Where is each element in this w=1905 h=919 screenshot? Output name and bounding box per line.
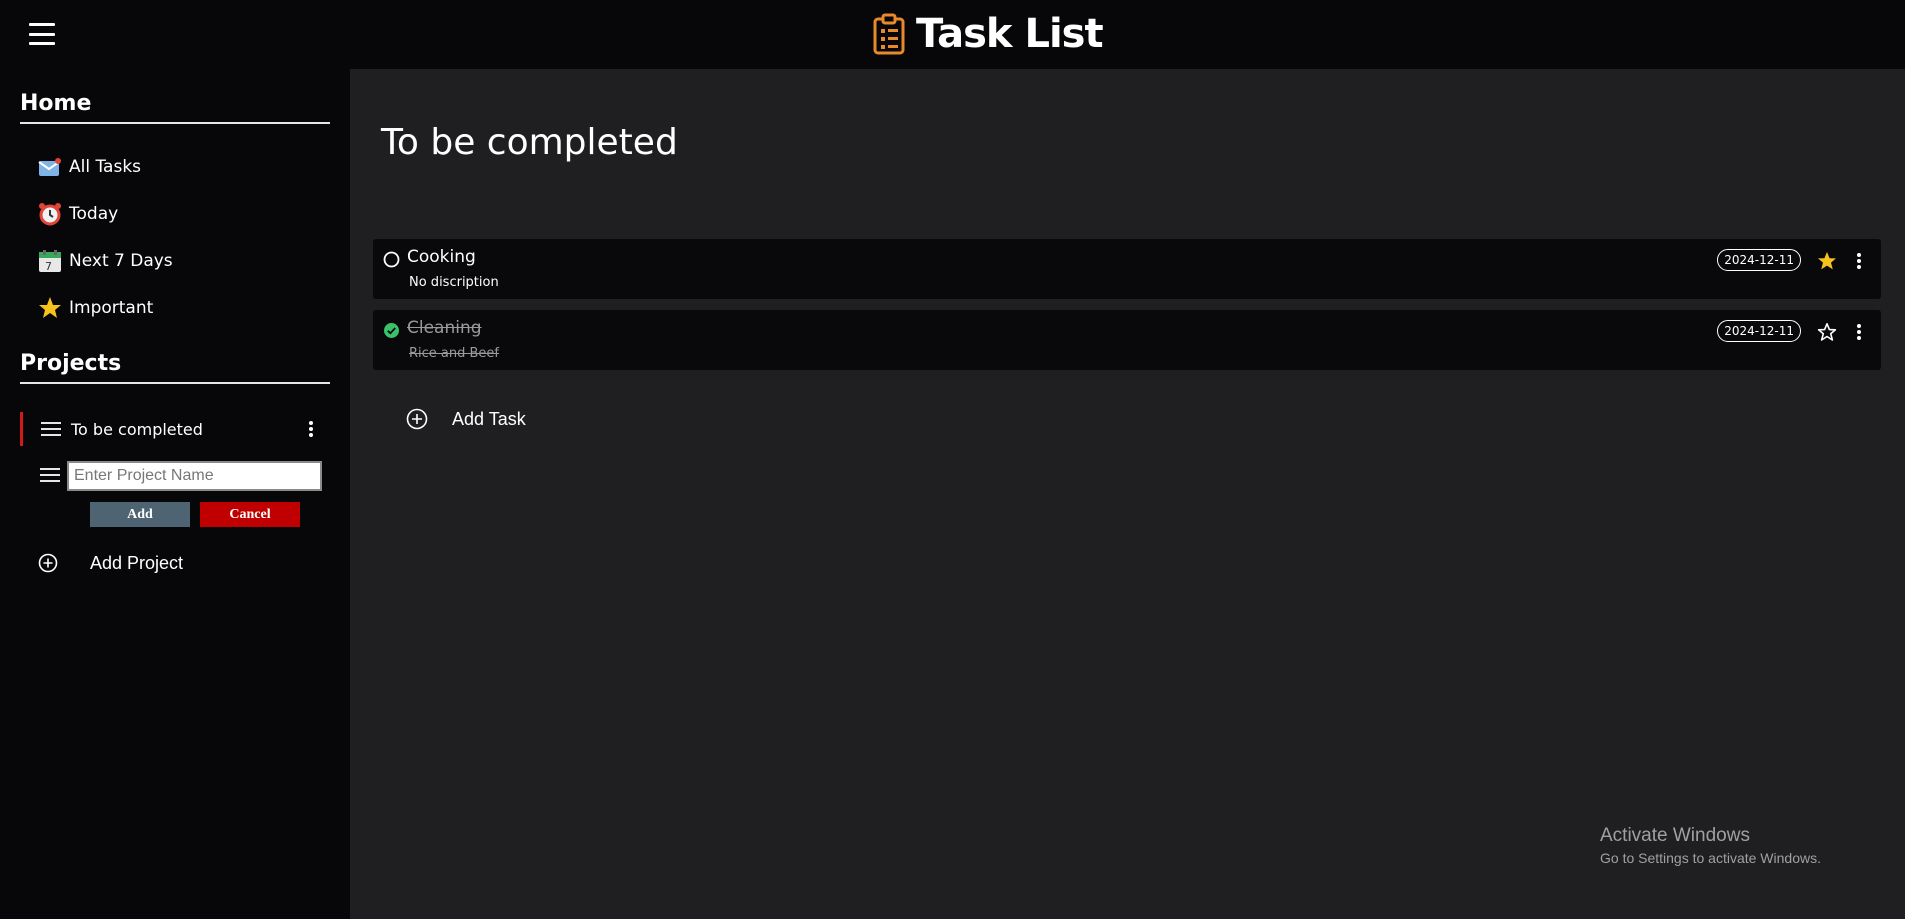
task-item[interactable]: Cleaning Rice and Beef 2024-12-11 <box>373 310 1881 370</box>
task-item[interactable]: Cooking No discription 2024-12-11 <box>373 239 1881 299</box>
task-date-badge[interactable]: 2024-12-11 <box>1717 249 1801 271</box>
sidebar-item-label: Important <box>69 298 154 318</box>
star-icon <box>36 295 63 322</box>
calendar-icon: 7 <box>36 248 63 275</box>
add-task-button[interactable]: Add Task <box>406 406 526 432</box>
check-circle-icon[interactable] <box>383 322 400 339</box>
task-title: Cleaning <box>407 318 482 338</box>
drag-handle-icon <box>40 468 60 482</box>
project-label: To be completed <box>71 419 203 439</box>
top-header: Task List <box>0 0 1905 69</box>
page-title: To be completed <box>381 122 678 163</box>
unchecked-circle-icon[interactable] <box>383 251 400 268</box>
projects-heading: Projects <box>20 350 330 384</box>
task-date-badge[interactable]: 2024-12-11 <box>1717 320 1801 342</box>
sidebar-item-label: Next 7 Days <box>69 251 173 271</box>
envelope-icon <box>36 154 63 181</box>
sidebar-item-today[interactable]: Today <box>36 199 118 229</box>
hamburger-menu-icon[interactable] <box>29 23 55 45</box>
task-description: Rice and Beef <box>409 346 500 361</box>
sidebar: Home All Tasks Today 7 Next 7 Days Impor… <box>0 69 350 919</box>
add-project-label: Add Project <box>90 552 184 573</box>
add-project-confirm-button[interactable]: Add <box>90 502 190 527</box>
clipboard-list-icon <box>873 13 905 55</box>
home-heading: Home <box>20 90 330 124</box>
sidebar-item-important[interactable]: Important <box>36 293 153 323</box>
app-brand: Task List <box>872 11 1104 57</box>
sidebar-item-all-tasks[interactable]: All Tasks <box>36 152 141 182</box>
task-title: Cooking <box>407 247 476 267</box>
alarm-clock-icon <box>36 201 63 228</box>
plus-circle-icon <box>38 553 58 573</box>
cancel-project-button[interactable]: Cancel <box>200 502 300 527</box>
project-options-icon[interactable] <box>309 421 313 437</box>
sidebar-item-next-7-days[interactable]: 7 Next 7 Days <box>36 246 173 276</box>
sidebar-item-label: Today <box>69 204 119 224</box>
watermark-title: Activate Windows <box>1600 825 1750 846</box>
svg-text:7: 7 <box>45 260 52 273</box>
task-description: No discription <box>409 275 499 290</box>
activate-windows-watermark: Activate Windows Go to Settings to activ… <box>1600 824 1821 868</box>
sidebar-item-label: All Tasks <box>69 157 142 177</box>
project-name-input[interactable] <box>67 461 322 491</box>
star-outline-icon[interactable] <box>1817 322 1837 342</box>
project-item-to-be-completed[interactable]: To be completed <box>20 412 333 446</box>
add-project-button[interactable]: Add Project <box>38 550 183 576</box>
task-options-icon[interactable] <box>1857 253 1861 269</box>
task-options-icon[interactable] <box>1857 324 1861 340</box>
app-title: Task List <box>916 11 1104 57</box>
drag-handle-icon[interactable] <box>41 422 61 436</box>
watermark-subtitle: Go to Settings to activate Windows. <box>1600 850 1821 866</box>
plus-circle-icon <box>406 408 428 430</box>
add-task-label: Add Task <box>452 408 526 429</box>
star-filled-icon[interactable] <box>1817 251 1837 271</box>
